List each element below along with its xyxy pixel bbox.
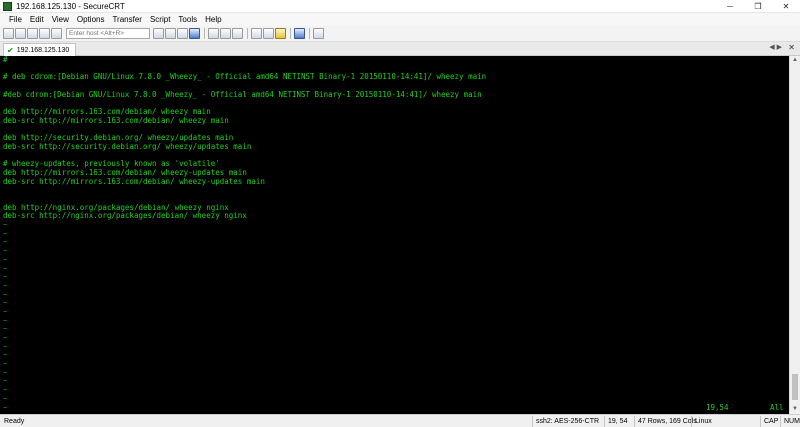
toolbar-separator — [204, 28, 205, 39]
status-os: Linux — [691, 416, 712, 427]
vim-empty-line: ~ — [3, 350, 8, 360]
vim-empty-line: ~ — [3, 237, 8, 247]
vim-empty-line: ~ — [3, 367, 8, 377]
status-num: NUM — [780, 416, 800, 427]
vim-empty-line: ~ — [3, 306, 8, 316]
scroll-thumb[interactable] — [792, 374, 798, 400]
securecrt-app-icon — [3, 1, 12, 11]
disconnect-icon[interactable] — [51, 28, 62, 39]
vim-empty-line: ~ — [3, 402, 8, 412]
quick-connect-icon[interactable] — [15, 28, 26, 39]
print-setup-icon[interactable] — [232, 28, 243, 39]
connect-tab-icon[interactable] — [27, 28, 38, 39]
vim-empty-line: ~ — [3, 246, 8, 256]
status-size: 47 Rows, 169 Cols — [634, 416, 697, 427]
vim-empty-line: ~ — [3, 272, 8, 282]
vim-empty-line: ~ — [3, 289, 8, 299]
window-controls: ─ ❐ ✕ — [716, 0, 800, 13]
toolbar-separator — [247, 28, 248, 39]
status-row-col: 19, 54 — [604, 416, 627, 427]
terminal-screen[interactable]: # # deb cdrom:[Debian GNU/Linux 7.8.0 _Wh… — [0, 56, 789, 414]
status-caps: CAP — [760, 416, 778, 427]
tab-close-icon[interactable]: ✕ — [788, 43, 795, 52]
vim-empty-line: ~ — [3, 315, 8, 325]
session-tab-label: 192.168.125.130 — [16, 46, 70, 54]
vim-empty-line: ~ — [3, 376, 8, 386]
reconnect-icon[interactable] — [39, 28, 50, 39]
terminal-line: deb-src http://nginx.org/packages/debian… — [3, 211, 247, 221]
host-input[interactable] — [66, 28, 150, 39]
menu-edit[interactable]: Edit — [26, 15, 48, 24]
menu-tools[interactable]: Tools — [174, 15, 201, 24]
toolbar-separator — [309, 28, 310, 39]
vim-empty-line: ~ — [3, 324, 8, 334]
menu-transfer[interactable]: Transfer — [108, 15, 146, 24]
window-title: 192.168.125.130 - SecureCRT — [16, 1, 125, 11]
terminal-line: deb-src http://mirrors.163.com/debian/ w… — [3, 115, 229, 125]
scroll-up-icon[interactable]: ▲ — [790, 56, 800, 65]
settings-icon[interactable] — [251, 28, 262, 39]
session-tab[interactable]: ✔ 192.168.125.130 — [3, 43, 76, 56]
menu-options[interactable]: Options — [73, 15, 109, 24]
menu-script[interactable]: Script — [146, 15, 174, 24]
connect-icon[interactable] — [3, 28, 14, 39]
vim-scroll-position: All — [770, 403, 784, 412]
menu-bar: File Edit View Options Transfer Script T… — [0, 13, 800, 26]
scroll-down-icon[interactable]: ▼ — [790, 405, 800, 414]
help-icon[interactable] — [294, 28, 305, 39]
menu-file[interactable]: File — [5, 15, 26, 24]
print-icon[interactable] — [208, 28, 219, 39]
vim-empty-line: ~ — [3, 359, 8, 369]
vim-empty-line: ~ — [3, 228, 8, 238]
terminal-line: # — [3, 56, 8, 64]
find-icon[interactable] — [189, 28, 200, 39]
vim-cursor-position: 19,54 — [706, 403, 729, 412]
tab-bar: ✔ 192.168.125.130 ◀ ▶ ✕ — [0, 42, 800, 56]
paste-icon[interactable] — [165, 28, 176, 39]
terminal-line: #deb cdrom:[Debian GNU/Linux 7.8.0 _Whee… — [3, 89, 482, 99]
tab-scroll-arrows[interactable]: ◀ ▶ — [769, 43, 782, 51]
sftp-icon[interactable] — [313, 28, 324, 39]
vim-empty-line: ~ — [3, 298, 8, 308]
copy-icon[interactable] — [153, 28, 164, 39]
status-ready: Ready — [4, 417, 25, 425]
status-bar: Ready ssh2: AES-256-CTR 19, 54 47 Rows, … — [0, 414, 800, 427]
vim-empty-line: ~ — [3, 333, 8, 342]
vim-empty-line: ~ — [3, 220, 8, 230]
minimize-button[interactable]: ─ — [716, 0, 744, 13]
print-selection-icon[interactable] — [220, 28, 231, 39]
status-cipher: ssh2: AES-256-CTR — [532, 416, 599, 427]
key-icon[interactable] — [275, 28, 286, 39]
menu-help[interactable]: Help — [201, 15, 225, 24]
close-button[interactable]: ✕ — [772, 0, 800, 13]
terminal-scrollbar[interactable]: ▲ ▼ — [789, 56, 800, 414]
vim-empty-line: ~ — [3, 254, 8, 264]
vim-empty-line: ~ — [3, 385, 8, 395]
maximize-button[interactable]: ❐ — [744, 0, 772, 13]
toolbar-separator — [290, 28, 291, 39]
terminal-line: deb-src http://security.debian.org/ whee… — [3, 141, 252, 151]
vim-empty-line: ~ — [3, 263, 8, 273]
vim-empty-line: ~ — [3, 280, 8, 290]
vim-empty-line: ~ — [3, 393, 8, 403]
global-options-icon[interactable] — [263, 28, 274, 39]
menu-view[interactable]: View — [48, 15, 73, 24]
terminal-line: deb-src http://mirrors.163.com/debian/ w… — [3, 176, 265, 186]
title-bar: 192.168.125.130 - SecureCRT ─ ❐ ✕ — [0, 0, 800, 13]
terminal-line: # deb cdrom:[Debian GNU/Linux 7.8.0 _Whe… — [3, 72, 487, 82]
connected-check-icon: ✔ — [7, 45, 14, 55]
vim-empty-line: ~ — [3, 341, 8, 351]
copy-paste-icon[interactable] — [177, 28, 188, 39]
toolbar — [0, 26, 800, 42]
